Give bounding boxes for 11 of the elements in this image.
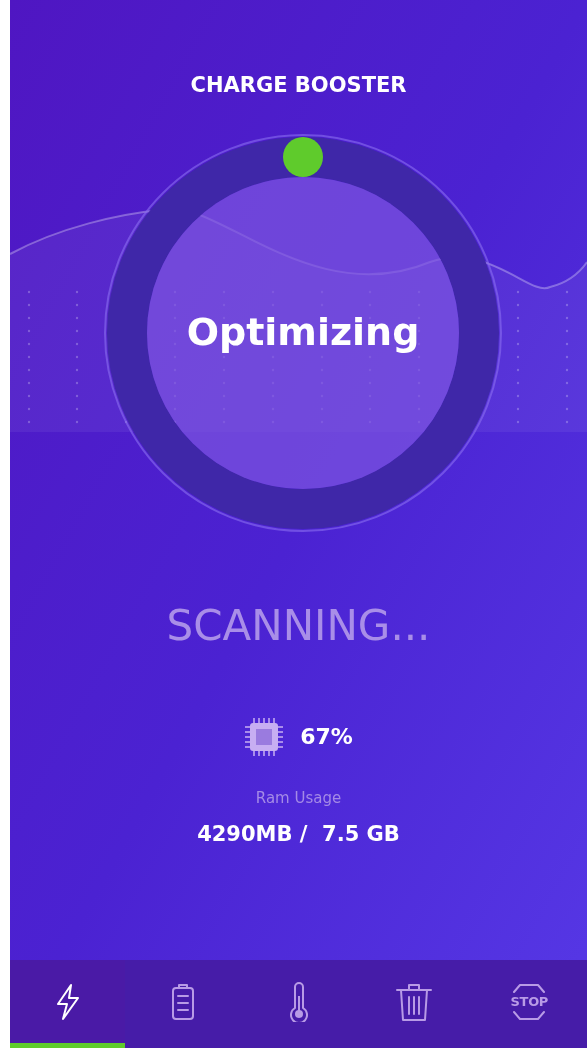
- app-title: CHARGE BOOSTER: [190, 72, 407, 99]
- thermometer-icon: [287, 981, 310, 1022]
- cpu-percentage: 67%: [300, 723, 353, 751]
- trash-icon: [394, 981, 433, 1022]
- cpu-chip-icon: [244, 716, 285, 757]
- ram-usage-label: Ram Usage: [255, 787, 342, 809]
- nav-tab[interactable]: [10, 960, 126, 1048]
- status-text: Optimizing: [186, 309, 420, 356]
- nav-tab[interactable]: STOP: [471, 960, 587, 1048]
- ram-usage-value: 4290MB / 7.5 GB: [197, 821, 400, 848]
- scanning-text: SCANNING...: [166, 599, 431, 652]
